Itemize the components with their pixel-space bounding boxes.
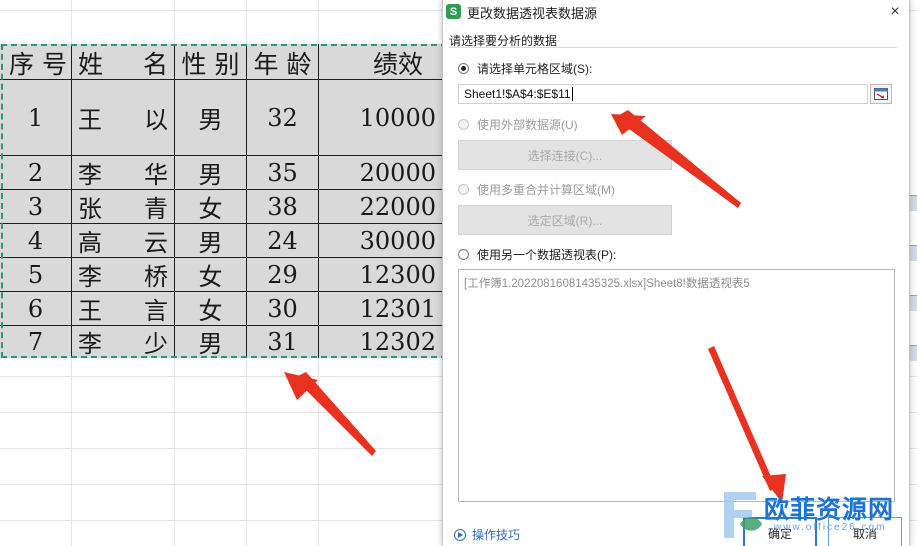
cell-name[interactable]: 王以 [72,80,174,155]
cell-kpi[interactable]: 12300 [319,258,445,291]
radio-checked-icon[interactable] [458,63,469,74]
close-icon: × [890,3,900,20]
cell-kpi[interactable]: 22000 [319,190,445,223]
cell-kpi[interactable]: 20000 [319,156,445,189]
cell-name[interactable]: 李少 [72,326,174,358]
cell-no[interactable]: 4 [0,224,71,257]
cell-given-name: 言 [144,297,168,325]
cell-surname: 李 [78,161,102,189]
tips-link[interactable]: 操作技巧 [454,526,520,543]
section-divider [449,47,897,48]
cell-name[interactable]: 高云 [72,224,174,257]
cell-given-name: 青 [144,195,168,223]
cell-gender[interactable]: 男 [175,326,246,358]
ok-button[interactable]: 确定 [743,517,817,546]
cell-no[interactable]: 5 [0,258,71,291]
header-name-part: 名 [142,49,168,79]
cell-gender[interactable]: 女 [175,258,246,291]
collapse-range-icon [874,88,888,100]
radio-multi-consolidation[interactable]: 使用多重合并计算区域(M) [458,181,615,198]
data-table[interactable]: 序 号 姓 名 性 别 年 龄 绩效 1 王以 男 32 10000 2 李华 … [0,44,445,358]
cell-kpi[interactable]: 30000 [319,224,445,257]
radio-multi-consolidation-label: 使用多重合并计算区域(M) [477,183,615,197]
change-pivot-source-dialog: S 更改数据透视表数据源 × 请选择要分析的数据 请选择单元格区域(S): Sh… [442,0,910,546]
cell-surname: 李 [78,263,102,291]
cell-kpi[interactable]: 12301 [319,292,445,325]
cell-age[interactable]: 35 [247,156,318,189]
radio-select-range-label: 请选择单元格区域(S): [477,62,593,76]
cell-given-name: 桥 [144,263,168,291]
range-input[interactable]: Sheet1!$A$4:$E$11 [458,84,868,104]
text-caret [571,87,573,101]
cell-no[interactable]: 1 [0,80,71,155]
cell-gender[interactable]: 男 [175,224,246,257]
header-cell-gender[interactable]: 性 别 [175,46,246,79]
cell-kpi[interactable]: 12302 [319,326,445,357]
cell-age[interactable]: 38 [247,190,318,223]
cell-surname: 张 [78,195,102,223]
choose-connection-button[interactable]: 选择连接(C)... [458,140,672,170]
play-circle-icon [454,528,466,541]
select-region-button[interactable]: 选定区域(R)... [458,205,672,235]
header-cell-no[interactable]: 序 号 [0,46,71,79]
pivot-table-list[interactable]: [工作簿1.20220816081435325.xlsx]Sheet8!数据透视… [458,269,895,502]
cell-no[interactable]: 7 [0,326,71,357]
dialog-titlebar[interactable]: S 更改数据透视表数据源 × [443,0,909,24]
header-cell-age[interactable]: 年 龄 [247,46,318,79]
cell-no[interactable]: 2 [0,156,71,189]
header-cell-kpi[interactable]: 绩效 [319,46,445,79]
cell-gender[interactable]: 女 [175,190,246,223]
tips-link-label: 操作技巧 [472,528,521,542]
dialog-title: 更改数据透视表数据源 [467,6,598,21]
cell-surname: 王 [78,297,102,325]
cell-name[interactable]: 王言 [72,292,174,325]
radio-external-source[interactable]: 使用外部数据源(U) [458,116,578,133]
cell-age[interactable]: 29 [247,258,318,291]
cell-surname: 王 [78,106,102,134]
cell-surname: 李 [78,330,102,358]
range-picker-button[interactable] [870,84,892,104]
cell-given-name: 云 [144,229,168,257]
close-button[interactable]: × [884,1,906,23]
cell-age[interactable]: 31 [247,326,318,357]
cell-no[interactable]: 3 [0,190,71,223]
cell-gender[interactable]: 女 [175,292,246,325]
radio-unchecked-icon[interactable] [458,184,469,195]
cell-age[interactable]: 24 [247,224,318,257]
wps-app-icon: S [446,4,461,19]
radio-unchecked-icon[interactable] [458,249,469,260]
cell-given-name: 少 [144,330,168,358]
cancel-button[interactable]: 取消 [828,517,902,546]
header-name-part: 姓 [78,49,104,79]
list-item[interactable]: [工作簿1.20220816081435325.xlsx]Sheet8!数据透视… [464,275,889,291]
header-cell-name[interactable]: 姓 名 [72,46,174,79]
range-value: Sheet1!$A$4:$E$11 [464,87,571,101]
radio-other-pivot-label: 使用另一个数据透视表(P): [477,248,617,262]
cell-kpi[interactable]: 10000 [319,80,445,155]
radio-external-source-label: 使用外部数据源(U) [477,118,578,132]
cell-given-name: 以 [144,106,168,134]
radio-select-range[interactable]: 请选择单元格区域(S): [458,60,592,77]
cell-name[interactable]: 张青 [72,190,174,223]
cell-age[interactable]: 32 [247,80,318,155]
cell-no[interactable]: 6 [0,292,71,325]
cell-name[interactable]: 李桥 [72,258,174,291]
cell-gender[interactable]: 男 [175,156,246,189]
cell-surname: 高 [78,229,102,257]
cell-gender[interactable]: 男 [175,80,246,155]
cell-given-name: 华 [144,161,168,189]
radio-unchecked-icon[interactable] [458,119,469,130]
cell-age[interactable]: 30 [247,292,318,325]
radio-other-pivot[interactable]: 使用另一个数据透视表(P): [458,246,616,263]
cell-name[interactable]: 李华 [72,156,174,189]
